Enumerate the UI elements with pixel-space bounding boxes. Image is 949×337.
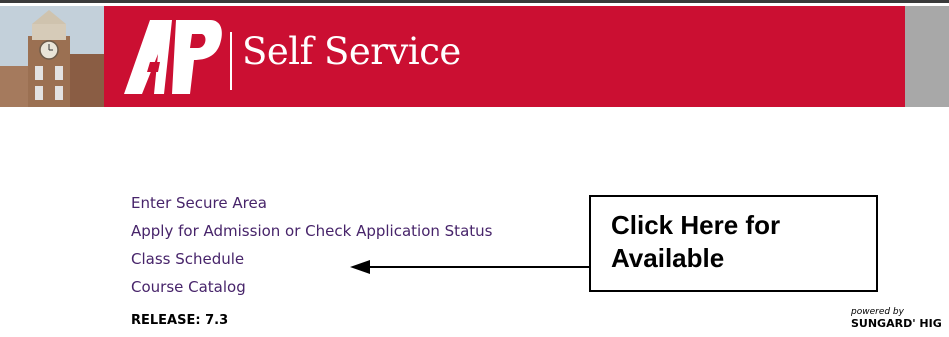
app-title: Self Service <box>242 30 461 73</box>
release-label: RELEASE: 7.3 <box>131 313 229 328</box>
main-menu: Enter Secure Area Apply for Admission or… <box>131 193 492 305</box>
link-course-catalog[interactable]: Course Catalog <box>131 277 492 305</box>
banner-gray-area <box>905 6 949 107</box>
header-banner: Self Service <box>0 0 949 107</box>
link-enter-secure-area[interactable]: Enter Secure Area <box>131 193 492 221</box>
clock-tower-image <box>0 6 104 107</box>
link-apply-admission[interactable]: Apply for Admission or Check Application… <box>131 221 492 249</box>
powered-by-logo: powered by SUNGARD' HIG <box>851 307 949 331</box>
left-arrow-icon <box>350 260 590 274</box>
callout-box: Click Here for Available <box>589 195 878 292</box>
ap-logo-icon <box>124 20 222 94</box>
powered-by-label: powered by <box>851 307 904 317</box>
callout-text: Click Here for Available <box>611 210 781 273</box>
logo-divider <box>230 32 232 90</box>
banner-red-area: Self Service <box>104 6 905 107</box>
sungard-brand: SUNGARD' HIG <box>851 317 942 330</box>
